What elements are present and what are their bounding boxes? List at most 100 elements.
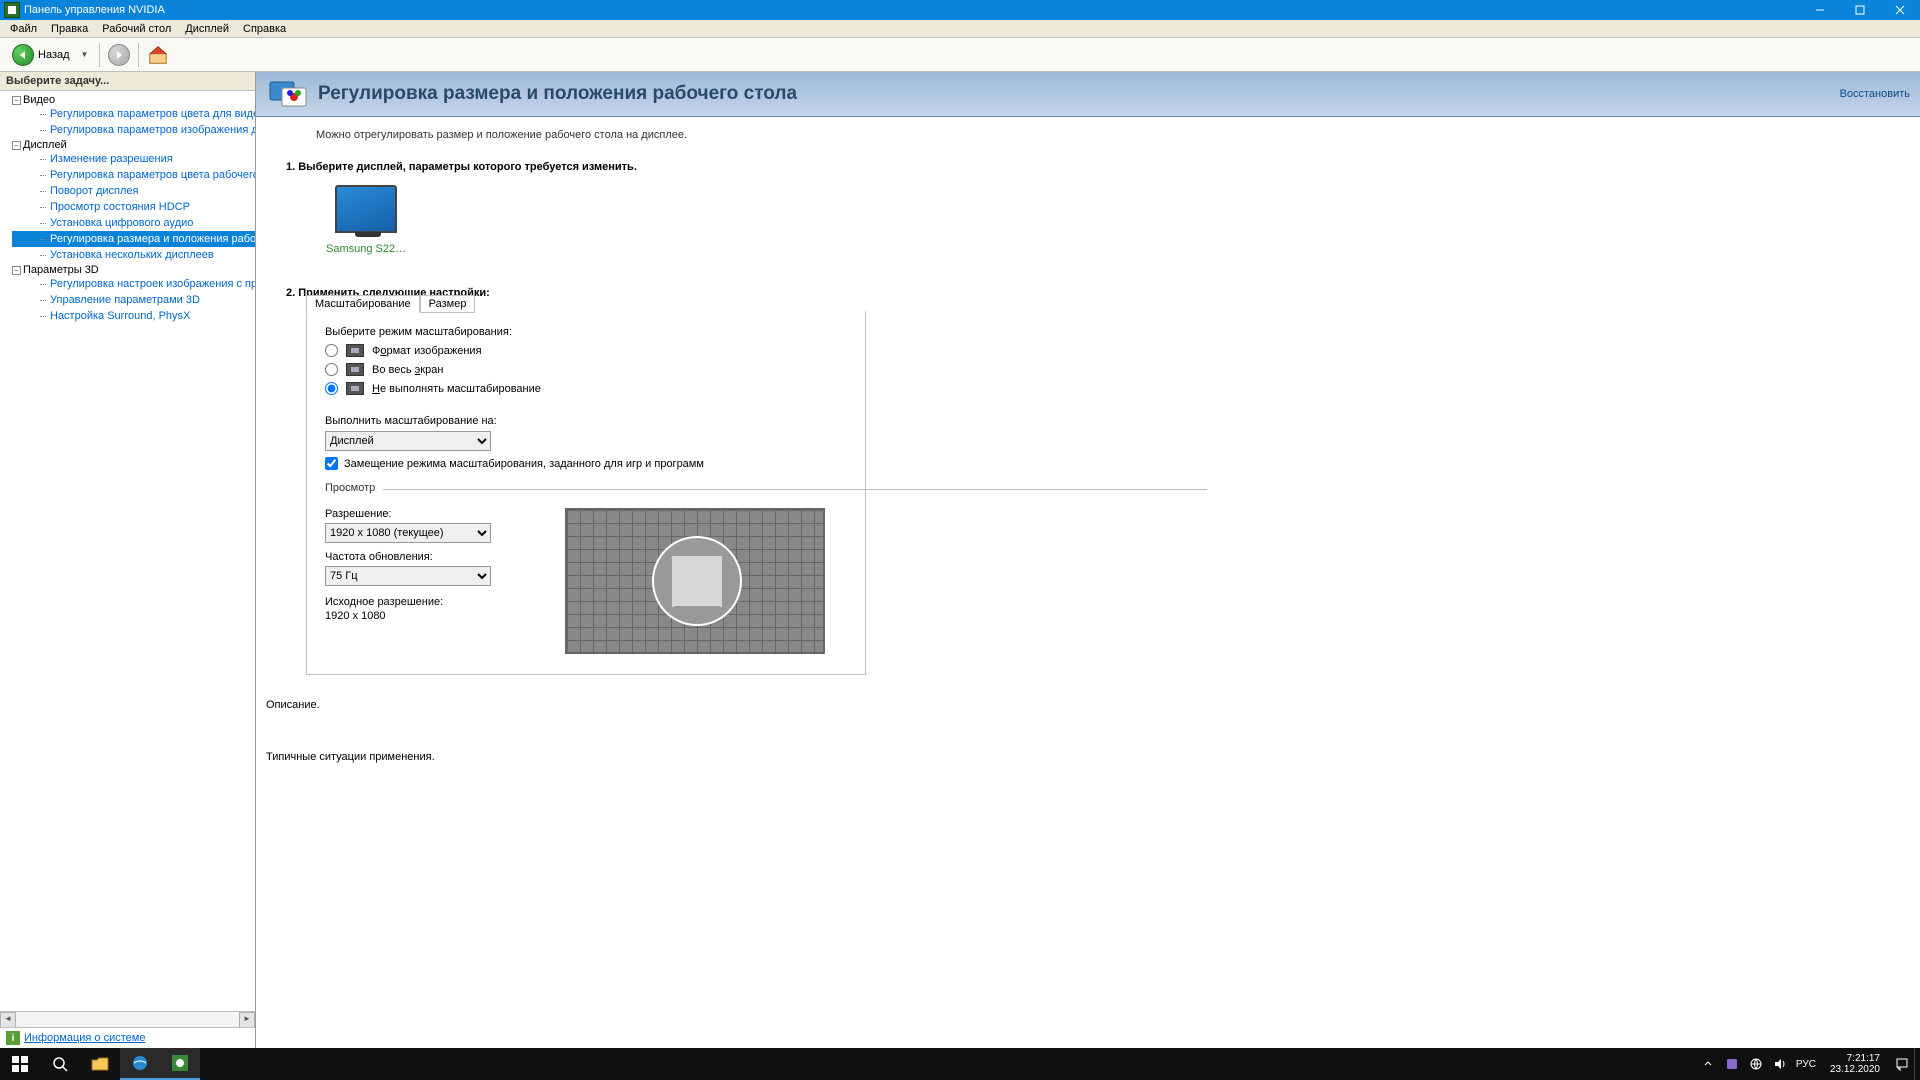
clock-date: 23.12.2020 (1830, 1064, 1880, 1075)
restore-defaults-link[interactable]: Восстановить (1840, 88, 1910, 100)
tree-item[interactable]: Настройка Surround, PhysX (12, 308, 255, 324)
taskbar-clock[interactable]: 7:21:17 23.12.2020 (1824, 1053, 1886, 1075)
mini-monitor-icon (346, 382, 364, 395)
search-button[interactable] (40, 1048, 80, 1080)
display-selector[interactable]: Samsung S22… (326, 185, 406, 255)
page-description: Можно отрегулировать размер и положение … (256, 117, 1920, 161)
page-header: Регулировка размера и положения рабочего… (256, 72, 1920, 117)
step1-heading: 1. Выберите дисплей, параметры которого … (286, 161, 1920, 173)
main-panel: Регулировка размера и положения рабочего… (256, 72, 1920, 1048)
menu-display[interactable]: Дисплей (179, 22, 235, 36)
info-icon: i (6, 1031, 20, 1045)
scaling-mode-label: Выберите режим масштабирования: (325, 326, 847, 338)
menu-edit[interactable]: Правка (45, 22, 94, 36)
home-button[interactable] (147, 44, 169, 66)
radio-fullscreen-label: Во весь экран (372, 364, 443, 376)
resolution-label: Разрешение: (325, 508, 505, 520)
tray-language[interactable]: РУС (1796, 1059, 1816, 1070)
menu-help[interactable]: Справка (237, 22, 292, 36)
scroll-right-button[interactable]: ► (239, 1012, 255, 1028)
page-title: Регулировка размера и положения рабочего… (318, 83, 1840, 105)
tray-notifications-icon[interactable] (1894, 1056, 1910, 1072)
perform-on-label: Выполнить масштабирование на: (325, 415, 847, 427)
description-heading: Описание. (266, 699, 1920, 711)
window-title: Панель управления NVIDIA (24, 4, 1800, 16)
tray-volume-icon[interactable] (1772, 1056, 1788, 1072)
radio-noscale[interactable] (325, 382, 338, 395)
taskbar: РУС 7:21:17 23.12.2020 (0, 1048, 1920, 1080)
native-res-label: Исходное разрешение: (325, 596, 505, 608)
menubar: Файл Правка Рабочий стол Дисплей Справка (0, 20, 1920, 38)
tree-item[interactable]: Поворот дисплея (12, 183, 255, 199)
app-icon (4, 2, 20, 18)
override-checkbox[interactable] (325, 457, 338, 470)
page-icon (266, 76, 310, 112)
task-tree: −Видео Регулировка параметров цвета для … (0, 91, 255, 1011)
settings-tabs: Масштабирование Размер Выберите режим ма… (306, 311, 866, 675)
radio-noscale-label: Не выполнять масштабирование (372, 383, 541, 395)
tree-item-selected[interactable]: Регулировка размера и положения рабочего… (12, 231, 255, 247)
tree-item[interactable]: Просмотр состояния HDCP (12, 199, 255, 215)
tab-scaling[interactable]: Масштабирование (306, 295, 420, 313)
menu-desktop[interactable]: Рабочий стол (96, 22, 177, 36)
maximize-button[interactable] (1840, 0, 1880, 20)
usage-heading: Типичные ситуации применения. (266, 751, 1920, 763)
monitor-icon (335, 185, 397, 233)
taskbar-nvidia[interactable] (160, 1048, 200, 1080)
tree-group-3d[interactable]: −Параметры 3D (12, 264, 255, 276)
tree-group-display[interactable]: −Дисплей (12, 139, 255, 151)
back-button[interactable]: Назад (8, 42, 74, 68)
show-desktop-button[interactable] (1914, 1048, 1920, 1080)
tab-size[interactable]: Размер (420, 295, 476, 313)
sidebar-footer: i Информация о системе (0, 1027, 255, 1048)
tree-item[interactable]: Установка цифрового аудио (12, 215, 255, 231)
tree-item[interactable]: Регулировка параметров изображения для в… (12, 122, 255, 138)
close-button[interactable] (1880, 0, 1920, 20)
sidebar-header: Выберите задачу... (0, 72, 255, 91)
tray-network-icon[interactable] (1748, 1056, 1764, 1072)
system-info-link[interactable]: Информация о системе (24, 1032, 145, 1044)
sidebar: Выберите задачу... −Видео Регулировка па… (0, 72, 256, 1048)
scroll-left-button[interactable]: ◄ (0, 1012, 16, 1028)
resolution-select[interactable]: 1920 x 1080 (текущее) (325, 523, 491, 543)
menu-file[interactable]: Файл (4, 22, 43, 36)
tree-item[interactable]: Регулировка параметров цвета для видео (12, 106, 255, 122)
mini-monitor-icon (346, 344, 364, 357)
tree-item[interactable]: Управление параметрами 3D (12, 292, 255, 308)
taskbar-browser[interactable] (120, 1048, 160, 1080)
radio-aspect[interactable] (325, 344, 338, 357)
override-label: Замещение режима масштабирования, заданн… (344, 458, 704, 470)
tree-item[interactable]: Регулировка параметров цвета рабочего ст… (12, 167, 255, 183)
back-dropdown[interactable]: ▼ (78, 50, 92, 59)
tree-group-video[interactable]: −Видео (12, 94, 255, 106)
tray-chevron-icon[interactable] (1700, 1056, 1716, 1072)
toolbar: Назад ▼ (0, 38, 1920, 72)
sidebar-hscrollbar[interactable]: ◄ ► (0, 1011, 255, 1027)
back-label: Назад (38, 49, 70, 61)
tree-item[interactable]: Регулировка настроек изображения с просм… (12, 276, 255, 292)
tray-people-icon[interactable] (1724, 1056, 1740, 1072)
taskbar-explorer[interactable] (80, 1048, 120, 1080)
mini-monitor-icon (346, 363, 364, 376)
toolbar-separator (99, 43, 100, 67)
refresh-label: Частота обновления: (325, 551, 505, 563)
toolbar-separator (138, 43, 139, 67)
refresh-select[interactable]: 75 Гц (325, 566, 491, 586)
radio-fullscreen[interactable] (325, 363, 338, 376)
scroll-track[interactable] (16, 1012, 239, 1028)
back-arrow-icon (12, 44, 34, 66)
test-pattern-preview (565, 508, 825, 654)
system-tray: РУС 7:21:17 23.12.2020 (1700, 1053, 1914, 1075)
native-res-value: 1920 x 1080 (325, 610, 505, 622)
clock-time: 7:21:17 (1830, 1053, 1880, 1064)
tree-item[interactable]: Изменение разрешения (12, 151, 255, 167)
forward-button[interactable] (108, 44, 130, 66)
start-button[interactable] (0, 1048, 40, 1080)
minimize-button[interactable] (1800, 0, 1840, 20)
display-name: Samsung S22… (326, 243, 406, 255)
radio-aspect-label: Формат изображения (372, 345, 482, 357)
preview-legend: Просмотр (325, 482, 847, 494)
perform-on-select[interactable]: Дисплей (325, 431, 491, 451)
tree-item[interactable]: Установка нескольких дисплеев (12, 247, 255, 263)
titlebar: Панель управления NVIDIA (0, 0, 1920, 20)
